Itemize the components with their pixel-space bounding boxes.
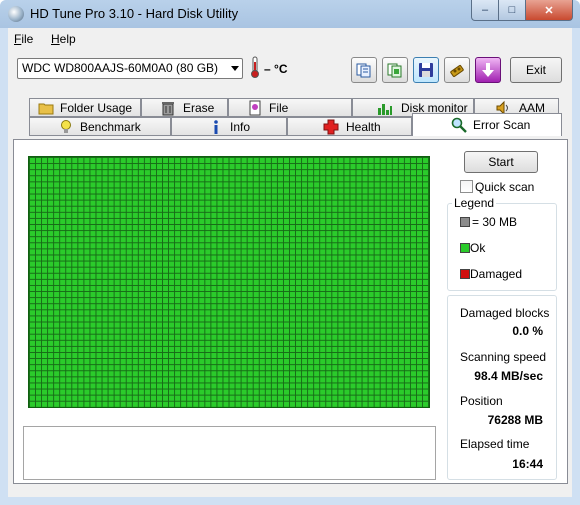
chevron-down-icon[interactable] — [231, 66, 239, 71]
floppy-disk-icon — [419, 63, 433, 77]
tab-error-scan-label: Error Scan — [473, 118, 531, 132]
scan-log-box — [23, 426, 436, 480]
tab-erase-label: Erase — [183, 101, 215, 115]
legend-block-swatch — [460, 217, 470, 227]
temperature-dash: – — [264, 62, 271, 76]
folder-icon — [38, 103, 54, 115]
menu-file-label: ile — [21, 32, 34, 46]
thermometer-icon — [251, 56, 259, 78]
lightbulb-icon — [61, 120, 71, 133]
update-button[interactable] — [475, 57, 501, 83]
temperature-unit: °C — [274, 62, 288, 76]
position-label: Position — [460, 394, 503, 408]
tab-benchmark[interactable]: Benchmark — [29, 117, 171, 136]
disk-monitor-icon — [378, 104, 392, 115]
info-icon — [214, 120, 218, 134]
copy-screenshot-button[interactable] — [382, 57, 408, 83]
menu-help-mnemonic: H — [51, 32, 60, 46]
tab-benchmark-label: Benchmark — [80, 120, 141, 134]
toolbar: WDC WD800AAJS-60M0A0 (80 GB) – °C Exit — [8, 50, 572, 94]
stats-groupbox — [447, 295, 557, 480]
file-benchmark-icon — [249, 100, 261, 116]
legend-damaged-swatch — [460, 269, 470, 279]
legend-block-size: = 30 MB — [472, 215, 518, 229]
options-tools-icon — [450, 64, 464, 78]
tab-info[interactable]: Info — [171, 117, 287, 136]
tab-health[interactable]: Health — [287, 117, 412, 136]
menu-help[interactable]: Help — [51, 32, 76, 46]
block-map — [28, 156, 430, 408]
tab-info-label: Info — [230, 120, 251, 134]
temperature-readout: – °C — [264, 62, 288, 76]
tab-error-scan[interactable]: Error Scan — [412, 113, 562, 136]
start-button[interactable]: Start — [464, 151, 538, 173]
magnifier-icon — [451, 117, 467, 133]
legend-damaged-label: Damaged — [470, 267, 523, 281]
legend-ok-label: Ok — [470, 241, 486, 255]
window-title: HD Tune Pro 3.10 - Hard Disk Utility — [30, 6, 239, 21]
damaged-blocks-label: Damaged blocks — [460, 306, 550, 320]
tab-folder-usage[interactable]: Folder Usage — [29, 98, 141, 117]
exit-button[interactable]: Exit — [510, 57, 562, 83]
drive-select-value: WDC WD800AAJS-60M0A0 (80 GB) — [22, 61, 219, 75]
tab-folder-usage-label: Folder Usage — [60, 101, 133, 115]
trash-icon — [162, 102, 174, 116]
tab-erase[interactable]: Erase — [141, 98, 228, 117]
quick-scan-label[interactable]: Quick scan — [475, 180, 534, 194]
legend-ok-swatch — [460, 243, 470, 253]
legend-title: Legend — [452, 196, 497, 210]
health-cross-icon — [323, 119, 339, 135]
menu-file[interactable]: File — [14, 32, 33, 46]
menu-bar: File Help — [8, 28, 572, 50]
copy-info-button[interactable] — [351, 57, 377, 83]
app-disk-icon — [8, 6, 24, 22]
arrow-down-icon — [482, 63, 494, 77]
minimize-button[interactable]: – — [471, 0, 499, 21]
app-window: HD Tune Pro 3.10 - Hard Disk Utility – □… — [0, 0, 580, 505]
scanning-speed-value: 98.4 MB/sec — [474, 369, 543, 383]
tab-health-label: Health — [346, 120, 381, 134]
drive-select[interactable]: WDC WD800AAJS-60M0A0 (80 GB) — [17, 58, 243, 79]
damaged-blocks-value: 0.0 % — [512, 324, 543, 338]
position-value: 76288 MB — [487, 413, 543, 427]
copy-icon — [356, 63, 371, 78]
maximize-button[interactable]: □ — [498, 0, 526, 21]
copy-screenshot-icon — [387, 63, 402, 78]
options-button[interactable] — [444, 57, 470, 83]
quick-scan-checkbox[interactable] — [460, 180, 473, 193]
menu-help-label: elp — [59, 32, 76, 46]
save-screenshot-button[interactable] — [413, 57, 439, 83]
close-button[interactable]: ✕ — [525, 0, 573, 21]
scanning-speed-label: Scanning speed — [460, 350, 547, 364]
elapsed-time-value: 16:44 — [512, 457, 543, 471]
tab-file-benchmark[interactable]: File Benchmark — [228, 98, 352, 129]
elapsed-time-label: Elapsed time — [460, 437, 530, 451]
